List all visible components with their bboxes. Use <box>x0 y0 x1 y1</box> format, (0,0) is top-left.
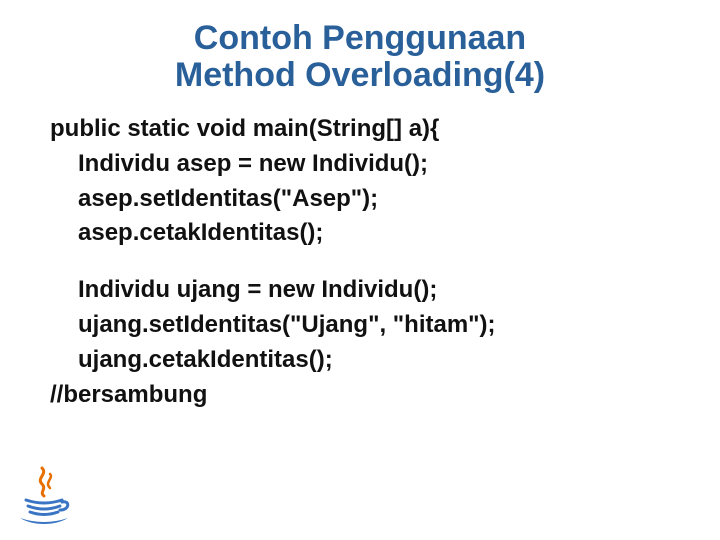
code-line: public static void main(String[] a){ <box>50 112 680 147</box>
title-line-1: Contoh Penggunaan <box>0 20 720 57</box>
slide: Contoh Penggunaan Method Overloading(4) … <box>0 0 720 540</box>
title-line-2: Method Overloading(4) <box>0 57 720 94</box>
code-line: ujang.cetakIdentitas(); <box>50 343 680 378</box>
java-logo-icon <box>12 464 76 528</box>
blank-line <box>50 251 680 273</box>
code-line: asep.setIdentitas("Asep"); <box>50 182 680 217</box>
slide-title: Contoh Penggunaan Method Overloading(4) <box>0 20 720 95</box>
code-line: ujang.setIdentitas("Ujang", "hitam"); <box>50 308 680 343</box>
code-block: public static void main(String[] a){ Ind… <box>50 112 680 412</box>
code-line: Individu asep = new Individu(); <box>50 147 680 182</box>
code-line: //bersambung <box>50 378 680 413</box>
code-line: asep.cetakIdentitas(); <box>50 216 680 251</box>
code-line: Individu ujang = new Individu(); <box>50 273 680 308</box>
